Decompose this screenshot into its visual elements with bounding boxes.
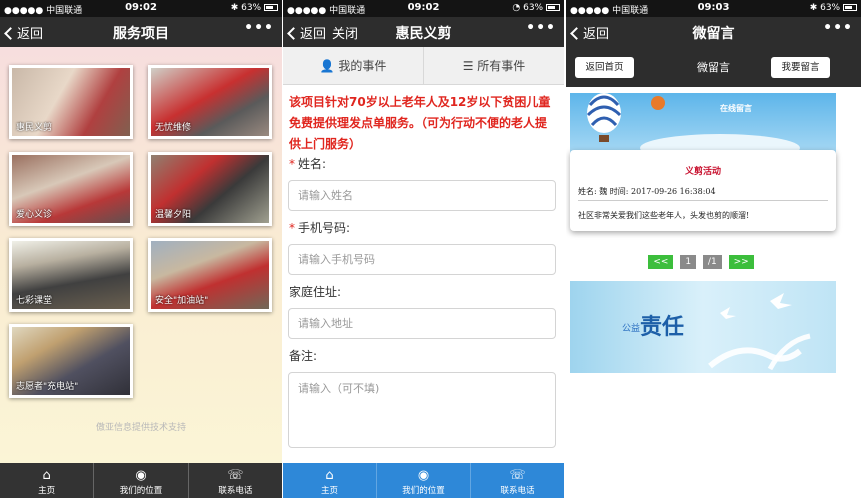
chevron-left-icon: [4, 27, 17, 40]
event-segment-control: 👤 我的事件 ☰ 所有事件: [283, 47, 564, 85]
phone-label: * 手机号码:: [289, 221, 351, 235]
location-pin-icon: ◉: [417, 468, 430, 483]
phone-input[interactable]: 请输入手机号码: [288, 244, 556, 275]
tab-phone[interactable]: ☏ 联系电话: [471, 463, 564, 498]
tile-photo: 安全"加油站": [151, 241, 269, 309]
home-icon: ⌂: [325, 468, 334, 483]
pagination: << 1 /1 >>: [566, 255, 836, 269]
message-body: 社区非常关爱我们这些老年人，头发也剪的顺溜!: [578, 211, 750, 220]
nav-bar: 返回 微留言 •••: [566, 17, 861, 47]
tile-photo: 志愿者"充电站": [12, 327, 130, 395]
home-icon: ⌂: [42, 468, 51, 483]
service-tile[interactable]: 温馨夕阳: [148, 152, 272, 226]
tab-all-events[interactable]: ☰ 所有事件: [424, 47, 564, 84]
message-title: 义剪活动: [684, 167, 721, 177]
user-icon: 👤: [319, 59, 335, 73]
address-input[interactable]: 请输入地址: [288, 308, 556, 339]
tile-photo: 惠民义剪: [12, 68, 130, 136]
tab-home[interactable]: ⌂ 主页: [0, 463, 95, 498]
service-notice: 该项目针对70岁以上老年人及12岁以下贫困儿童免费提供理发点单服务。（可为行动不…: [289, 95, 551, 151]
chevron-left-icon: [570, 27, 583, 40]
message-toolbar: 返回首页 微留言 我要留言: [566, 47, 861, 87]
tile-photo: 爱心义诊: [12, 155, 130, 223]
hot-air-balloon-illustration: [586, 93, 800, 155]
message-board-screen: ●●●●● 中国联通 09:03 ✱ 63% 返回 微留言 ••• 返回首页 微…: [566, 0, 861, 498]
services-screen: ●●●●● 中国联通 09:02 ✱ 63% 返回 服务项目 ••• 惠民义剪 …: [0, 0, 282, 498]
tech-support-credit: 傲亚信息提供技术支持: [95, 423, 186, 433]
close-button[interactable]: 关闭: [332, 27, 358, 42]
message-card: 义剪活动 姓名: 魏 时间: 2017-09-26 16:38:04 社区非常关…: [570, 150, 836, 231]
list-icon: ☰: [462, 59, 474, 73]
name-label: * 姓名:: [289, 157, 327, 171]
battery-icon: [843, 4, 857, 11]
battery-icon: [546, 4, 560, 11]
tab-location[interactable]: ◉ 我们的位置: [377, 463, 471, 498]
remarks-label: 备注:: [289, 349, 318, 363]
status-bar: ●●●●● 中国联通 09:03 ✱ 63%: [566, 0, 861, 17]
service-tile[interactable]: 志愿者"充电站": [9, 324, 133, 398]
total-pages: /1: [702, 255, 722, 269]
battery: ◔ 63%: [512, 3, 560, 13]
bottom-tab-bar: ⌂ 主页 ◉ 我们的位置 ☏ 联系电话: [283, 463, 564, 498]
address-label: 家庭住址:: [289, 285, 342, 299]
more-menu-button[interactable]: •••: [526, 20, 556, 36]
battery: ✱ 63%: [810, 3, 857, 13]
more-menu-button[interactable]: •••: [823, 20, 853, 36]
tile-label: 七彩课堂: [16, 296, 53, 306]
alarm-icon: ◔: [512, 3, 521, 13]
service-tile[interactable]: 惠民义剪: [9, 65, 133, 139]
tile-label: 惠民义剪: [16, 123, 53, 133]
tab-my-events[interactable]: 👤 我的事件: [283, 47, 424, 84]
service-tile[interactable]: 爱心义诊: [9, 152, 133, 226]
message-meta: 姓名: 魏 时间: 2017-09-26 16:38:04: [578, 187, 716, 196]
page-title: 微留言: [692, 26, 735, 42]
service-tile[interactable]: 七彩课堂: [9, 238, 133, 312]
location-pin-icon: ◉: [135, 468, 147, 483]
name-input[interactable]: 请输入姓名: [288, 180, 556, 211]
bluetooth-icon: ✱: [809, 3, 818, 13]
more-menu-button[interactable]: •••: [244, 20, 274, 36]
service-tile[interactable]: 无忧维修: [148, 65, 272, 139]
tile-photo: 无忧维修: [151, 68, 269, 136]
current-page[interactable]: 1: [680, 255, 697, 269]
tab-location[interactable]: ◉ 我们的位置: [94, 463, 189, 498]
tile-label: 温馨夕阳: [155, 210, 192, 220]
phone-icon: ☏: [509, 468, 526, 483]
service-tile[interactable]: 安全"加油站": [148, 238, 272, 312]
back-button[interactable]: 返回: [4, 23, 43, 42]
banner-text-responsibility: 责任: [640, 314, 685, 340]
charity-banner: 公益 责任: [570, 281, 836, 373]
tab-home[interactable]: ⌂ 主页: [283, 463, 377, 498]
next-page-button[interactable]: >>: [728, 255, 754, 269]
home-page-button[interactable]: 返回首页: [575, 57, 634, 78]
phone-icon: ☏: [227, 468, 244, 483]
tile-label: 无忧维修: [155, 123, 192, 133]
leave-message-button[interactable]: 我要留言: [771, 57, 830, 78]
chevron-left-icon: [287, 27, 300, 40]
banner-text-public: 公益: [622, 324, 641, 334]
bluetooth-icon: ✱: [230, 3, 239, 13]
bottom-tab-bar: ⌂ 主页 ◉ 我们的位置 ☏ 联系电话: [0, 463, 282, 498]
tab-phone[interactable]: ☏ 联系电话: [189, 463, 282, 498]
tile-photo: 七彩课堂: [12, 241, 130, 309]
haircut-form-screen: ●●●●● 中国联通 09:02 ◔ 63% 返回 关闭 惠民义剪 ••• 👤 我…: [283, 0, 564, 498]
tile-label: 爱心义诊: [16, 210, 53, 220]
banner-text: 在线留言: [720, 104, 752, 113]
divider: [578, 200, 828, 201]
remarks-textarea[interactable]: 请输入（可不填): [288, 372, 556, 448]
tile-label: 安全"加油站": [155, 296, 209, 306]
status-bar: ●●●●● 中国联通 09:02 ✱ 63%: [0, 0, 282, 17]
back-button[interactable]: 返回 关闭: [287, 23, 358, 42]
battery-icon: [264, 4, 278, 11]
status-bar: ●●●●● 中国联通 09:02 ◔ 63%: [283, 0, 564, 17]
message-banner: 在线留言: [570, 93, 836, 155]
prev-page-button[interactable]: <<: [648, 255, 674, 269]
tile-photo: 温馨夕阳: [151, 155, 269, 223]
back-button[interactable]: 返回: [570, 23, 609, 42]
hands-and-doves-illustration: [708, 293, 811, 371]
nav-bar: 返回 关闭 惠民义剪 •••: [283, 17, 564, 47]
battery: ✱ 63%: [231, 3, 278, 13]
nav-bar: 返回 服务项目 •••: [0, 17, 282, 47]
tile-label: 志愿者"充电站": [16, 382, 79, 392]
